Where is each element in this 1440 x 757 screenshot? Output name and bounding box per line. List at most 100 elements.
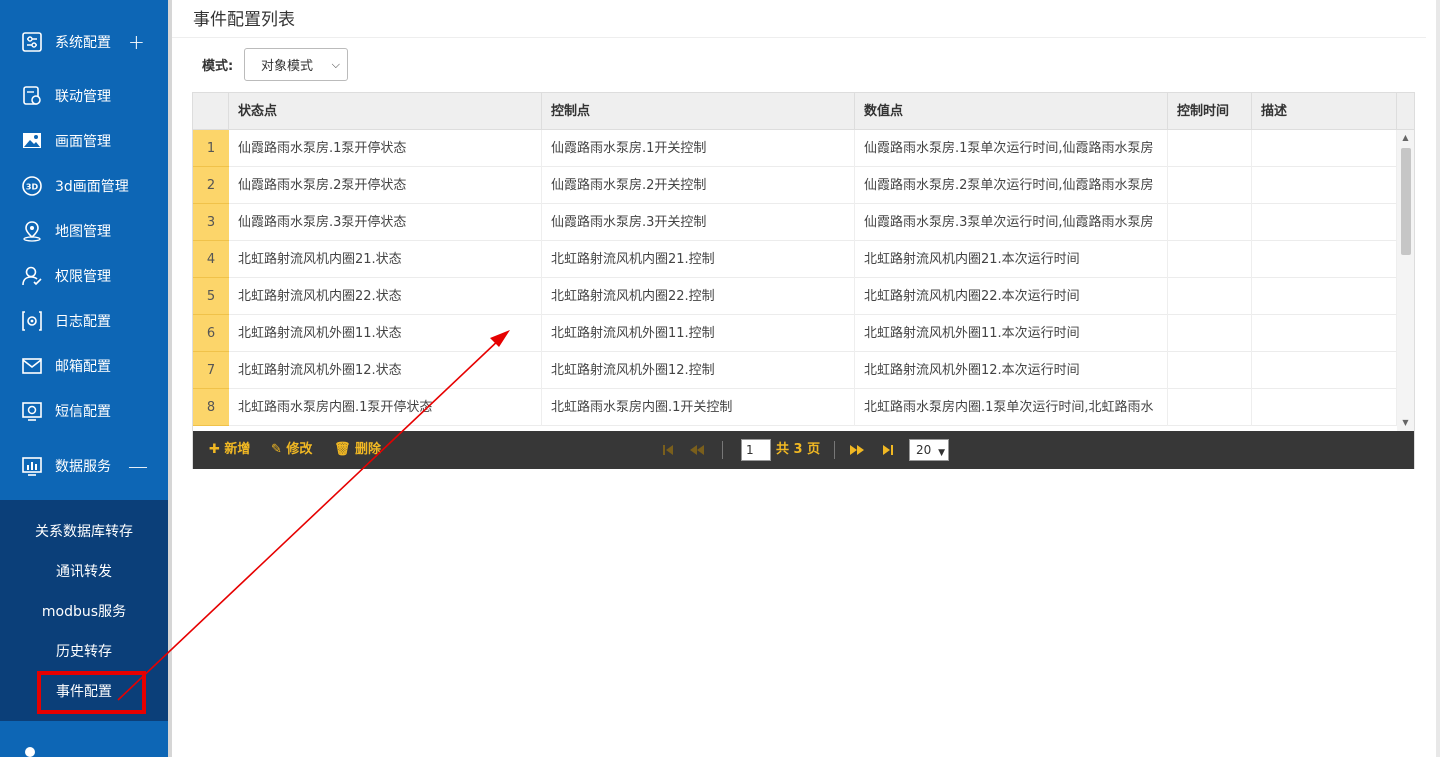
column-header-status[interactable]: 状态点 <box>229 93 542 130</box>
sidebar-item-picture[interactable]: 画面管理 <box>0 119 168 163</box>
row-number: 6 <box>193 315 229 352</box>
table-row[interactable]: 1 仙霞路雨水泵房.1泵开停状态 仙霞路雨水泵房.1开关控制 仙霞路雨水泵房.1… <box>193 130 1397 167</box>
add-button[interactable]: ✚ 新增 <box>209 431 250 469</box>
mode-select[interactable]: 对象模式 ⌵ <box>244 48 348 81</box>
sidebar-item-linkage[interactable]: 联动管理 <box>0 74 168 118</box>
sidebar-item-next-partial[interactable] <box>0 733 168 757</box>
sidebar: 系统配置 + 联动管理 画面管理 3D 3d画面管理 地图管理 权限管理 日志配… <box>0 0 168 757</box>
cell-value[interactable]: 北虹路射流风机内圈21.本次运行时间 <box>855 241 1168 278</box>
mode-select-value: 对象模式 <box>261 59 314 74</box>
cell-description[interactable] <box>1252 352 1397 389</box>
scroll-down-arrow-icon[interactable]: ▼ <box>1397 415 1414 431</box>
sidebar-item-sms[interactable]: 短信配置 <box>0 389 168 433</box>
cell-status[interactable]: 北虹路射流风机内圈22.状态 <box>229 278 542 315</box>
sidebar-item-mail[interactable]: 邮箱配置 <box>0 344 168 388</box>
table-row[interactable]: 2 仙霞路雨水泵房.2泵开停状态 仙霞路雨水泵房.2开关控制 仙霞路雨水泵房.2… <box>193 167 1397 204</box>
row-number: 4 <box>193 241 229 278</box>
cell-description[interactable] <box>1252 130 1397 167</box>
table-row[interactable]: 3 仙霞路雨水泵房.3泵开停状态 仙霞路雨水泵房.3开关控制 仙霞路雨水泵房.3… <box>193 204 1397 241</box>
cell-control[interactable]: 仙霞路雨水泵房.3开关控制 <box>542 204 855 241</box>
table-row[interactable]: 5 北虹路射流风机内圈22.状态 北虹路射流风机内圈22.控制 北虹路射流风机内… <box>193 278 1397 315</box>
sidebar-item-3d[interactable]: 3D 3d画面管理 <box>0 164 168 208</box>
table-row[interactable]: 7 北虹路射流风机外圈12.状态 北虹路射流风机外圈12.控制 北虹路射流风机外… <box>193 352 1397 389</box>
submenu-item-comm-forward[interactable]: 通讯转发 <box>0 561 168 581</box>
cell-status[interactable]: 北虹路射流风机外圈11.状态 <box>229 315 542 352</box>
cell-status[interactable]: 北虹路射流风机外圈12.状态 <box>229 352 542 389</box>
cell-control[interactable]: 北虹路射流风机外圈12.控制 <box>542 352 855 389</box>
cell-control[interactable]: 仙霞路雨水泵房.1开关控制 <box>542 130 855 167</box>
next-page-icon[interactable] <box>850 443 864 457</box>
cell-control-time[interactable] <box>1168 241 1252 278</box>
row-number: 7 <box>193 352 229 389</box>
cell-value[interactable]: 仙霞路雨水泵房.1泵单次运行时间,仙霞路雨水泵房 <box>855 130 1168 167</box>
grid-header: 状态点 控制点 数值点 控制时间 描述 <box>193 93 1414 130</box>
cell-description[interactable] <box>1252 278 1397 315</box>
first-page-icon[interactable] <box>661 443 675 457</box>
cell-status[interactable]: 北虹路雨水泵房内圈.1泵开停状态 <box>229 389 542 426</box>
cell-control-time[interactable] <box>1168 167 1252 204</box>
user-permission-icon <box>21 265 43 287</box>
row-number: 5 <box>193 278 229 315</box>
table-row[interactable]: 8 北虹路雨水泵房内圈.1泵开停状态 北虹路雨水泵房内圈.1开关控制 北虹路雨水… <box>193 389 1397 426</box>
sidebar-item-system-config[interactable]: 系统配置 + <box>0 20 168 64</box>
cell-description[interactable] <box>1252 241 1397 278</box>
cell-value[interactable]: 北虹路射流风机外圈11.本次运行时间 <box>855 315 1168 352</box>
submenu-item-history-dump[interactable]: 历史转存 <box>0 641 168 661</box>
last-page-icon[interactable] <box>881 443 895 457</box>
sidebar-item-log[interactable]: 日志配置 <box>0 299 168 343</box>
table-row[interactable]: 4 北虹路射流风机内圈21.状态 北虹路射流风机内圈21.控制 北虹路射流风机内… <box>193 241 1397 278</box>
column-header-description[interactable]: 描述 <box>1252 93 1397 130</box>
cell-description[interactable] <box>1252 204 1397 241</box>
current-page-input[interactable]: 1 <box>741 439 771 461</box>
cell-value[interactable]: 北虹路射流风机内圈22.本次运行时间 <box>855 278 1168 315</box>
cell-description[interactable] <box>1252 167 1397 204</box>
cell-status[interactable]: 仙霞路雨水泵房.3泵开停状态 <box>229 204 542 241</box>
edit-button[interactable]: ✎ 修改 <box>271 431 312 469</box>
cell-status[interactable]: 北虹路射流风机内圈21.状态 <box>229 241 542 278</box>
settings-sliders-icon <box>21 31 43 53</box>
submenu-item-modbus[interactable]: modbus服务 <box>0 601 168 621</box>
cell-control[interactable]: 北虹路雨水泵房内圈.1开关控制 <box>542 389 855 426</box>
previous-page-icon[interactable] <box>690 443 704 457</box>
delete-button[interactable]: 🗑 删除 <box>334 431 381 469</box>
cell-value[interactable]: 北虹路雨水泵房内圈.1泵单次运行时间,北虹路雨水 <box>855 389 1168 426</box>
column-header-value[interactable]: 数值点 <box>855 93 1168 130</box>
cell-control-time[interactable] <box>1168 352 1252 389</box>
mode-label: 模式: <box>202 59 234 74</box>
table-row[interactable]: 6 北虹路射流风机外圈11.状态 北虹路射流风机外圈11.控制 北虹路射流风机外… <box>193 315 1397 352</box>
cell-status[interactable]: 仙霞路雨水泵房.1泵开停状态 <box>229 130 542 167</box>
page-size-select[interactable]: 20 ▼ <box>909 439 949 461</box>
total-pages-label: 共 3 页 <box>776 442 821 457</box>
sidebar-item-permission[interactable]: 权限管理 <box>0 254 168 298</box>
cell-control[interactable]: 北虹路射流风机外圈11.控制 <box>542 315 855 352</box>
cell-description[interactable] <box>1252 315 1397 352</box>
cell-control-time[interactable] <box>1168 204 1252 241</box>
mail-icon <box>21 355 43 377</box>
cell-control[interactable]: 北虹路射流风机内圈21.控制 <box>542 241 855 278</box>
cell-status[interactable]: 仙霞路雨水泵房.2泵开停状态 <box>229 167 542 204</box>
row-number: 8 <box>193 389 229 426</box>
scroll-up-arrow-icon[interactable]: ▲ <box>1397 130 1414 146</box>
picture-icon <box>21 130 43 152</box>
cell-description[interactable] <box>1252 389 1397 426</box>
submenu-item-db-dump[interactable]: 关系数据库转存 <box>0 521 168 541</box>
collapse-minus-icon[interactable]: — <box>128 454 148 478</box>
cell-control-time[interactable] <box>1168 130 1252 167</box>
cell-value[interactable]: 仙霞路雨水泵房.2泵单次运行时间,仙霞路雨水泵房 <box>855 167 1168 204</box>
cell-value[interactable]: 仙霞路雨水泵房.3泵单次运行时间,仙霞路雨水泵房 <box>855 204 1168 241</box>
sidebar-item-data-service[interactable]: 数据服务 — <box>0 444 168 488</box>
expand-plus-icon[interactable]: + <box>128 30 145 54</box>
cell-value[interactable]: 北虹路射流风机外圈12.本次运行时间 <box>855 352 1168 389</box>
sidebar-item-map[interactable]: 地图管理 <box>0 209 168 253</box>
column-header-control[interactable]: 控制点 <box>542 93 855 130</box>
column-header-control-time[interactable]: 控制时间 <box>1168 93 1252 130</box>
grid-scrollbar[interactable]: ▲ ▼ <box>1397 130 1414 431</box>
main-content: 事件配置列表 模式: 对象模式 ⌵ 状态点 控制点 数值点 控制时间 描述 1 … <box>172 0 1440 757</box>
user-icon <box>25 747 35 757</box>
cell-control-time[interactable] <box>1168 315 1252 352</box>
cell-control[interactable]: 北虹路射流风机内圈22.控制 <box>542 278 855 315</box>
scroll-thumb[interactable] <box>1401 148 1411 255</box>
cell-control-time[interactable] <box>1168 278 1252 315</box>
cell-control-time[interactable] <box>1168 389 1252 426</box>
cell-control[interactable]: 仙霞路雨水泵房.2开关控制 <box>542 167 855 204</box>
